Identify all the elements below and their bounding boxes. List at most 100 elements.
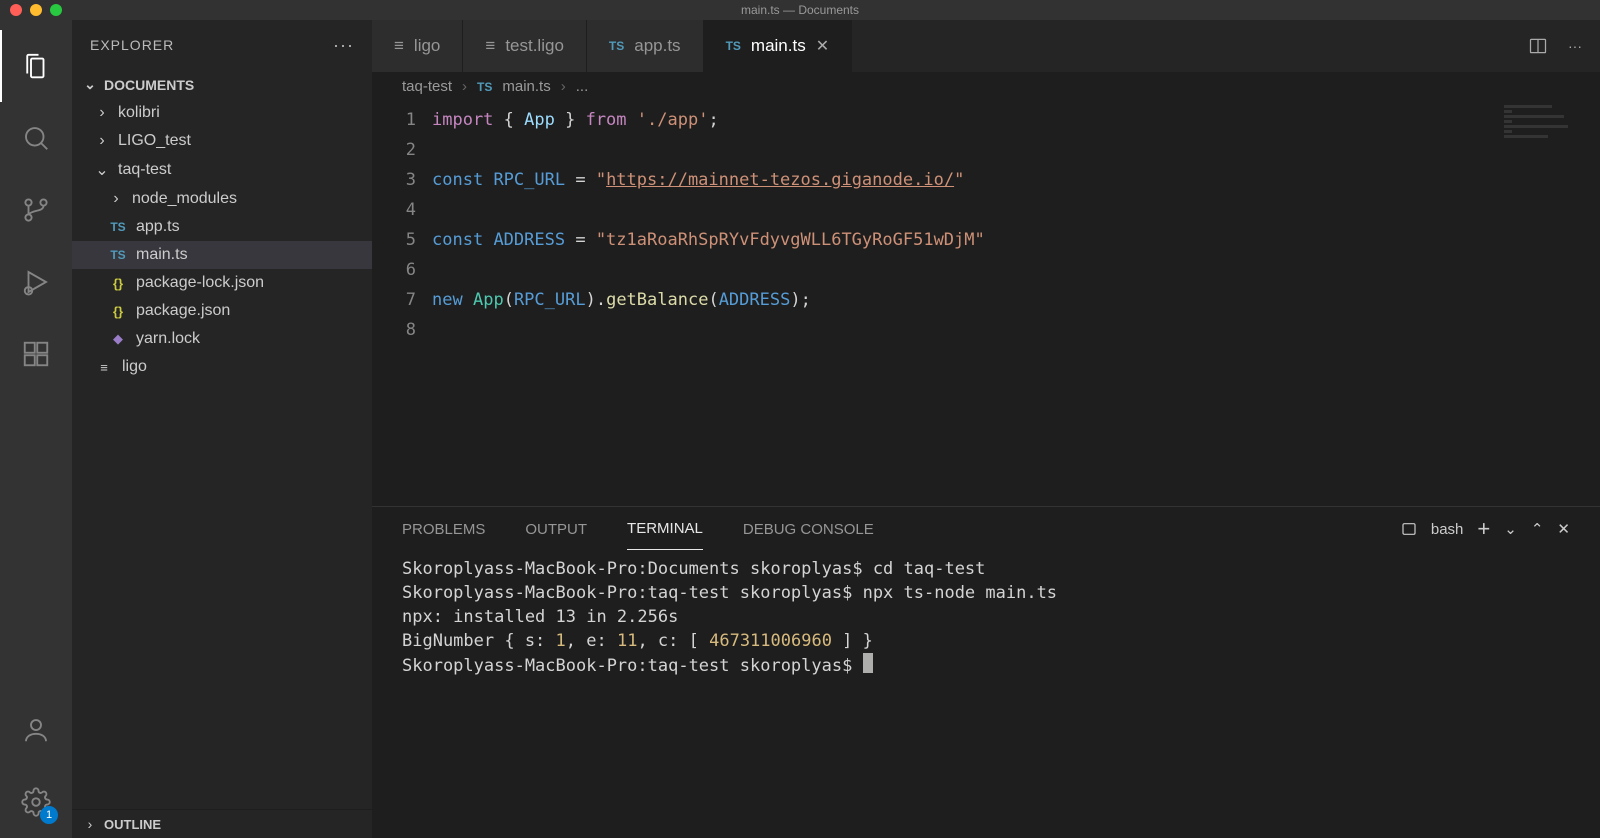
- activity-source-control[interactable]: [0, 174, 72, 246]
- minimap[interactable]: [1504, 105, 1584, 145]
- chevron-right-icon: ›: [462, 78, 467, 95]
- breadcrumb[interactable]: taq-test › TS main.ts › ...: [372, 72, 1600, 101]
- file-tree: › kolibri › LIGO_test ⌄ taq-test › node_modu…: [72, 99, 372, 381]
- tab-label: ligo: [414, 36, 440, 56]
- sidebar-title: EXPLORER: [90, 37, 174, 53]
- settings-badge: 1: [40, 806, 58, 824]
- panel-tab-problems[interactable]: PROBLEMS: [402, 509, 485, 550]
- tree-label: ligo: [122, 358, 147, 376]
- chevron-down-icon: ⌄: [82, 76, 98, 93]
- new-terminal-icon[interactable]: +: [1477, 516, 1490, 542]
- tree-file-yarn-lock[interactable]: ◆ yarn.lock: [72, 325, 372, 353]
- close-panel-icon[interactable]: ✕: [1557, 520, 1570, 538]
- ts-file-icon: TS: [477, 80, 492, 94]
- tree-label: kolibri: [118, 104, 160, 122]
- sidebar-more-icon[interactable]: ···: [333, 35, 354, 56]
- breadcrumb-segment[interactable]: main.ts: [502, 78, 550, 95]
- tree-folder-taq-test[interactable]: ⌄ taq-test: [72, 155, 372, 185]
- outline-section[interactable]: › OUTLINE: [72, 809, 372, 838]
- lock-file-icon: ◆: [108, 331, 128, 347]
- code-editor[interactable]: 1 2 3 4 5 6 7 8 import { App } from './a…: [372, 101, 1600, 506]
- branch-icon: [21, 195, 51, 225]
- close-icon[interactable]: ✕: [816, 36, 829, 56]
- chevron-right-icon: ›: [82, 816, 98, 832]
- tree-file-ligo[interactable]: ≡ ligo: [72, 353, 372, 381]
- tree-label: main.ts: [136, 246, 188, 264]
- editor-tabs: ≡ ligo ≡ test.ligo TS app.ts TS main.ts ✕ ···: [372, 20, 1600, 72]
- activity-debug[interactable]: [0, 246, 72, 318]
- tree-file-package-lock-json[interactable]: {} package-lock.json: [72, 269, 372, 297]
- outline-label: OUTLINE: [104, 817, 161, 832]
- activity-explorer[interactable]: [0, 30, 72, 102]
- terminal-dropdown-icon[interactable]: ⌄: [1504, 520, 1517, 538]
- tree-label: taq-test: [118, 161, 171, 179]
- tab-test-ligo[interactable]: ≡ test.ligo: [463, 20, 587, 72]
- ts-file-icon: TS: [108, 248, 128, 262]
- window-title: main.ts — Documents: [741, 3, 859, 17]
- tab-label: app.ts: [634, 36, 680, 56]
- tree-label: node_modules: [132, 190, 237, 208]
- tree-folder-kolibri[interactable]: › kolibri: [72, 99, 372, 127]
- code-content[interactable]: import { App } from './app'; const RPC_U…: [432, 101, 1600, 506]
- tab-ligo[interactable]: ≡ ligo: [372, 20, 463, 72]
- breadcrumb-segment[interactable]: ...: [576, 78, 589, 95]
- bottom-panel: PROBLEMS OUTPUT TERMINAL DEBUG CONSOLE b…: [372, 506, 1600, 838]
- window-maximize-icon[interactable]: [50, 4, 62, 16]
- tree-file-main-ts[interactable]: TS main.ts: [72, 241, 372, 269]
- tree-file-app-ts[interactable]: TS app.ts: [72, 213, 372, 241]
- window-close-icon[interactable]: [10, 4, 22, 16]
- ts-file-icon: TS: [726, 39, 741, 53]
- titlebar: main.ts — Documents: [0, 0, 1600, 20]
- tree-label: LIGO_test: [118, 132, 191, 150]
- tree-file-package-json[interactable]: {} package.json: [72, 297, 372, 325]
- tab-label: test.ligo: [505, 36, 564, 56]
- split-editor-icon[interactable]: [1528, 36, 1548, 56]
- tree-label: package.json: [136, 302, 230, 320]
- explorer-root-label: DOCUMENTS: [104, 77, 194, 93]
- explorer-root[interactable]: ⌄ DOCUMENTS: [72, 70, 372, 99]
- terminal-shell-icon: [1401, 521, 1417, 537]
- panel-tab-output[interactable]: OUTPUT: [525, 509, 587, 550]
- activity-account[interactable]: [0, 694, 72, 766]
- chevron-right-icon: ›: [108, 190, 124, 208]
- sidebar: EXPLORER ··· ⌄ DOCUMENTS › kolibri › LIGO_…: [72, 20, 372, 838]
- maximize-panel-icon[interactable]: ⌃: [1531, 520, 1544, 538]
- json-file-icon: {}: [108, 304, 128, 319]
- breadcrumb-segment[interactable]: taq-test: [402, 78, 452, 95]
- terminal[interactable]: Skoroplyass-MacBook-Pro:Documents skorop…: [372, 551, 1600, 838]
- window-minimize-icon[interactable]: [30, 4, 42, 16]
- more-actions-icon[interactable]: ···: [1568, 38, 1582, 54]
- play-bug-icon: [21, 267, 51, 297]
- chevron-right-icon: ›: [94, 104, 110, 122]
- tree-label: package-lock.json: [136, 274, 264, 292]
- ts-file-icon: TS: [108, 220, 128, 234]
- panel-tab-terminal[interactable]: TERMINAL: [627, 508, 703, 550]
- ts-file-icon: TS: [609, 39, 624, 53]
- line-numbers: 1 2 3 4 5 6 7 8: [372, 101, 432, 506]
- text-file-icon: ≡: [485, 36, 495, 56]
- search-icon: [21, 123, 51, 153]
- tree-label: yarn.lock: [136, 330, 200, 348]
- tab-app-ts[interactable]: TS app.ts: [587, 20, 704, 72]
- chevron-down-icon: ⌄: [94, 160, 110, 180]
- files-icon: [21, 51, 51, 81]
- extensions-icon: [21, 339, 51, 369]
- tab-label: main.ts: [751, 36, 806, 56]
- terminal-shell-name[interactable]: bash: [1431, 521, 1464, 538]
- activity-settings[interactable]: 1: [0, 766, 72, 838]
- json-file-icon: {}: [108, 276, 128, 291]
- editor-scrollbar[interactable]: [1586, 101, 1600, 506]
- text-file-icon: ≡: [394, 36, 404, 56]
- tab-main-ts[interactable]: TS main.ts ✕: [704, 20, 853, 72]
- panel-tab-debug-console[interactable]: DEBUG CONSOLE: [743, 509, 874, 550]
- tree-folder-node-modules[interactable]: › node_modules: [72, 185, 372, 213]
- chevron-right-icon: ›: [94, 132, 110, 150]
- text-file-icon: ≡: [94, 360, 114, 375]
- terminal-cursor: [863, 653, 873, 673]
- activity-extensions[interactable]: [0, 318, 72, 390]
- account-icon: [21, 715, 51, 745]
- tree-label: app.ts: [136, 218, 180, 236]
- chevron-right-icon: ›: [561, 78, 566, 95]
- activity-search[interactable]: [0, 102, 72, 174]
- tree-folder-ligo-test[interactable]: › LIGO_test: [72, 127, 372, 155]
